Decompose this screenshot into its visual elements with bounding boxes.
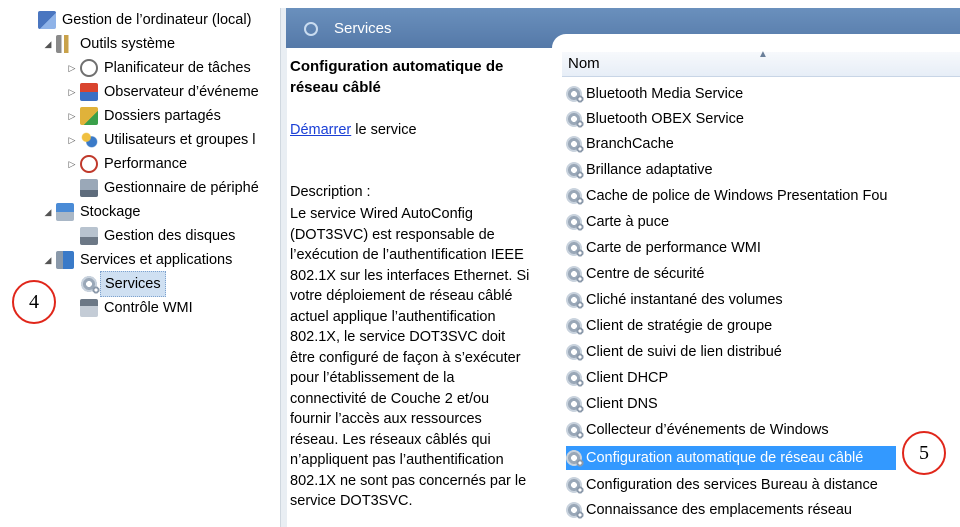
storage-icon [56, 203, 74, 221]
tree-item-device-manager[interactable]: Gestionnaire de périphé [80, 176, 259, 200]
tree-item-performance[interactable]: ▷ Performance [66, 152, 187, 176]
device-manager-icon [80, 179, 98, 197]
column-header-name[interactable]: ▲ Nom [562, 49, 960, 77]
performance-icon [80, 155, 98, 173]
callout-4: 4 [12, 280, 56, 324]
service-gear-icon [566, 422, 584, 439]
service-detail-title: Configuration automatique de réseau câbl… [290, 58, 504, 96]
service-gear-icon [566, 502, 584, 519]
tree-item-wmi-control[interactable]: Contrôle WMI [80, 296, 193, 320]
service-row[interactable]: Bluetooth OBEX Service [566, 107, 960, 131]
tree-item-disk-management[interactable]: Gestion des disques [80, 224, 235, 248]
tree-root[interactable]: Gestion de l’ordinateur (local) [38, 8, 251, 32]
computer-management-icon [38, 11, 56, 29]
service-row[interactable]: Carte à puce [566, 210, 960, 234]
tree-item-shared-folders[interactable]: ▷ Dossiers partagés [66, 104, 221, 128]
description-text: Le service Wired AutoConfig (DOT3SVC) es… [290, 206, 530, 509]
service-gear-icon [566, 111, 584, 128]
tree-item-services-apps[interactable]: ◢ Services et applications [42, 248, 232, 272]
start-service-suffix: le service [351, 122, 417, 138]
expanded-arrow-icon[interactable]: ◢ [42, 32, 54, 56]
start-service-link[interactable]: Démarrer [290, 122, 351, 138]
collapsed-arrow-icon[interactable]: ▷ [66, 80, 78, 104]
header-title: Services [334, 20, 392, 37]
services-apps-icon [56, 251, 74, 269]
column-header-label: Nom [568, 55, 600, 72]
callout-5: 5 [902, 431, 946, 475]
tree-item-system-tools[interactable]: ◢ Outils système [42, 32, 175, 56]
service-row[interactable]: Connaissance des emplacements réseau [566, 498, 960, 522]
service-row[interactable]: BranchCache [566, 132, 960, 156]
service-gear-icon [566, 214, 584, 231]
description-label: Description : [290, 184, 371, 200]
service-row[interactable]: Client DNS [566, 392, 960, 416]
service-row[interactable]: Cache de police de Windows Presentation … [566, 184, 960, 208]
service-row[interactable]: Configuration des services Bureau à dist… [566, 473, 960, 497]
expanded-arrow-icon[interactable]: ◢ [42, 248, 54, 272]
tree-item-services[interactable]: Services [80, 271, 166, 297]
collapsed-arrow-icon[interactable]: ▷ [66, 104, 78, 128]
system-tools-icon [56, 35, 74, 53]
wmi-control-icon [80, 299, 98, 317]
service-gear-icon [566, 240, 584, 257]
service-gear-icon [566, 318, 584, 335]
service-row[interactable]: Bluetooth Media Service [566, 82, 960, 106]
pane-splitter[interactable] [280, 8, 287, 527]
service-gear-icon [566, 450, 584, 467]
shared-folders-icon [80, 107, 98, 125]
event-viewer-icon [80, 83, 98, 101]
tree-item-storage[interactable]: ◢ Stockage [42, 200, 140, 224]
service-detail-pane: Configuration automatique de réseau câbl… [290, 48, 542, 527]
service-gear-icon [566, 162, 584, 179]
service-gear-icon [566, 292, 584, 309]
collapsed-arrow-icon[interactable]: ▷ [66, 128, 78, 152]
service-row-selected[interactable]: Configuration automatique de réseau câbl… [566, 446, 896, 470]
service-gear-icon [566, 86, 584, 103]
collapsed-arrow-icon[interactable]: ▷ [66, 152, 78, 176]
service-row[interactable]: Collecteur d’événements de Windows [566, 418, 960, 442]
service-row[interactable]: Brillance adaptative [566, 158, 960, 182]
tree-item-event-viewer[interactable]: ▷ Observateur d’événeme [66, 80, 259, 104]
tree-root-label: Gestion de l’ordinateur (local) [62, 12, 252, 28]
task-scheduler-icon [80, 59, 98, 77]
service-row[interactable]: Centre de sécurité [566, 262, 960, 286]
users-groups-icon [80, 131, 98, 149]
service-row[interactable]: Client DHCP [566, 366, 960, 390]
services-list: ▲ Nom Bluetooth Media Service Bluetooth … [552, 34, 960, 527]
sort-ascending-icon: ▲ [758, 49, 768, 60]
disk-management-icon [80, 227, 98, 245]
start-service-line: Démarrer le service [290, 122, 417, 138]
services-gear-icon [80, 275, 100, 294]
service-row[interactable]: Cliché instantané des volumes [566, 288, 960, 312]
service-row[interactable]: Client de stratégie de groupe [566, 314, 960, 338]
tree-item-users-groups[interactable]: ▷ Utilisateurs et groupes l [66, 128, 256, 152]
service-gear-icon [566, 477, 584, 494]
service-gear-icon [566, 136, 584, 153]
service-gear-icon [566, 266, 584, 283]
navigation-tree: Gestion de l’ordinateur (local) ◢ Outils… [36, 8, 276, 527]
collapsed-arrow-icon[interactable]: ▷ [66, 56, 78, 80]
service-gear-icon [566, 370, 584, 387]
service-gear-icon [566, 344, 584, 361]
tree-item-task-scheduler[interactable]: ▷ Planificateur de tâches [66, 56, 251, 80]
service-row[interactable]: Client de suivi de lien distribué [566, 340, 960, 364]
service-gear-icon [566, 396, 584, 413]
service-gear-icon [566, 188, 584, 205]
service-row[interactable]: Carte de performance WMI [566, 236, 960, 260]
expanded-arrow-icon[interactable]: ◢ [42, 200, 54, 224]
services-icon [304, 22, 318, 36]
